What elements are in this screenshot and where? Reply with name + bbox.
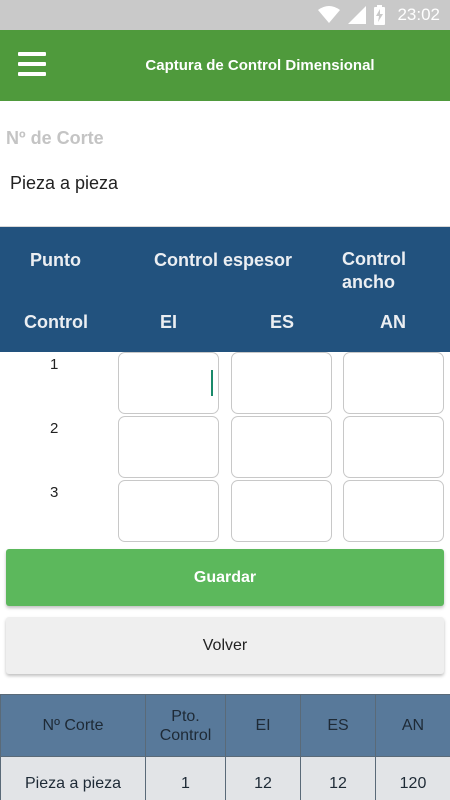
status-icons: 23:02 bbox=[318, 0, 440, 30]
row-number: 3 bbox=[50, 484, 59, 501]
ei-input-2[interactable] bbox=[118, 416, 219, 478]
table-header-row: Nº Corte Pto. Control EI ES AN bbox=[0, 694, 450, 757]
ei-input-3[interactable] bbox=[118, 480, 219, 542]
row-number: 2 bbox=[50, 420, 59, 437]
header-control-espesor: Control espesor bbox=[154, 250, 293, 270]
table-cell: Pieza a pieza bbox=[0, 756, 146, 800]
guardar-button[interactable]: Guardar bbox=[6, 549, 444, 606]
column-header: AN bbox=[375, 694, 450, 757]
header-control-ancho-line2: ancho bbox=[342, 272, 396, 292]
table-cell: 12 bbox=[300, 756, 376, 800]
results-table: Nº Corte Pto. Control EI ES AN Pieza a p… bbox=[0, 694, 450, 800]
header-ei: EI bbox=[160, 312, 178, 332]
table-cell: 12 bbox=[225, 756, 301, 800]
status-bar: 23:02 bbox=[0, 0, 450, 30]
an-input-2[interactable] bbox=[343, 416, 444, 478]
volver-button[interactable]: Volver bbox=[6, 617, 444, 674]
column-header-line: Pto. bbox=[171, 707, 200, 725]
an-input-1[interactable] bbox=[343, 352, 444, 414]
hamburger-menu-icon[interactable] bbox=[18, 52, 46, 76]
header-es: ES bbox=[270, 312, 295, 332]
an-input-3[interactable] bbox=[343, 480, 444, 542]
column-header: ES bbox=[300, 694, 376, 757]
table-row[interactable]: Pieza a pieza 1 12 12 120 bbox=[0, 756, 450, 800]
column-header: Pto. Control bbox=[145, 694, 226, 757]
battery-charging-icon bbox=[374, 5, 386, 25]
column-header: Nº Corte bbox=[0, 694, 146, 757]
corte-label: Nº de Corte bbox=[6, 128, 104, 148]
header-control: Control bbox=[24, 312, 88, 332]
header-an: AN bbox=[380, 312, 406, 332]
status-time: 23:02 bbox=[397, 5, 440, 24]
row-number: 1 bbox=[50, 356, 59, 373]
es-input-3[interactable] bbox=[231, 480, 332, 542]
corte-value[interactable]: Pieza a pieza bbox=[10, 173, 118, 194]
signal-icon bbox=[348, 6, 367, 24]
text-caret bbox=[211, 370, 213, 396]
table-cell: 120 bbox=[375, 756, 450, 800]
table-cell: 1 bbox=[145, 756, 226, 800]
control-header: Punto Control espesor Control ancho Cont… bbox=[0, 227, 450, 352]
header-punto: Punto bbox=[30, 250, 81, 270]
es-input-2[interactable] bbox=[231, 416, 332, 478]
header-control-ancho-line1: Control bbox=[342, 249, 406, 269]
ei-input-1[interactable] bbox=[118, 352, 219, 414]
app-title: Captura de Control Dimensional bbox=[145, 57, 375, 74]
column-header: EI bbox=[225, 694, 301, 757]
wifi-icon bbox=[318, 6, 341, 24]
es-input-1[interactable] bbox=[231, 352, 332, 414]
column-header-line: Control bbox=[159, 726, 212, 744]
header-control-ancho: Control ancho bbox=[342, 248, 406, 294]
app-bar: Captura de Control Dimensional bbox=[0, 30, 450, 101]
